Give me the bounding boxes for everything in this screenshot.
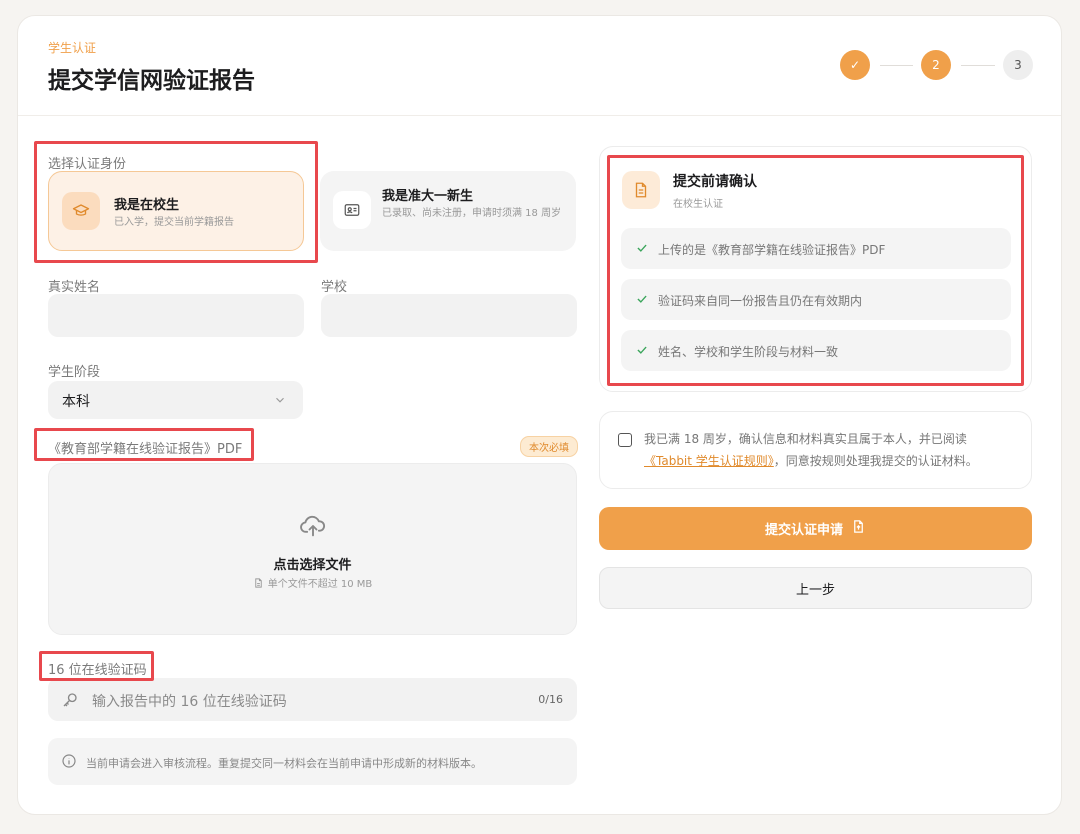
confirm-item: 姓名、学校和学生阶段与材料一致 (621, 330, 1011, 371)
confirm-item: 上传的是《教育部学籍在线验证报告》PDF (621, 228, 1011, 269)
back-label: 上一步 (795, 582, 835, 598)
file-icon (253, 577, 264, 592)
code-counter: 0/16 (538, 693, 563, 706)
check-icon (635, 291, 649, 310)
document-icon (622, 171, 660, 209)
graduation-cap-icon (62, 192, 100, 230)
submit-label: 提交认证申请 (764, 523, 843, 538)
code-label: 16 位在线验证码 (48, 663, 147, 678)
role-title: 我是准大一新生 (382, 189, 474, 204)
step-connector (880, 65, 913, 66)
dropzone-hint-text: 单个文件不超过 10 MB (267, 579, 373, 590)
confirm-checklist: 提交前请确认 在校生认证 上传的是《教育部学籍在线验证报告》PDF 验证码来自同… (599, 146, 1032, 392)
stage-label: 学生阶段 (48, 365, 101, 380)
upload-cloud-icon (299, 512, 327, 544)
agreement-post: ，同意按规则处理我提交的认证材料。 (773, 454, 978, 468)
key-icon (61, 691, 79, 713)
step-3-pending: 3 (1003, 50, 1033, 80)
info-icon (61, 753, 77, 773)
page-title: 提交学信网验证报告 (48, 68, 255, 94)
confirm-item-text: 姓名、学校和学生阶段与材料一致 (658, 345, 839, 359)
confirm-subtitle: 在校生认证 (673, 199, 723, 210)
role-title: 我是在校生 (114, 198, 180, 213)
chevron-down-icon (273, 392, 287, 411)
page-eyebrow: 学生认证 (48, 41, 97, 55)
role-desc: 已录取、尚未注册，申请时须满 18 周岁 (382, 208, 562, 219)
back-button[interactable]: 上一步 (599, 567, 1032, 609)
agreement-checkbox[interactable] (618, 433, 632, 447)
stage-select[interactable]: 本科 (48, 381, 303, 419)
id-card-icon (333, 191, 371, 229)
rules-link[interactable]: 《Tabbit 学生认证规则》 (644, 454, 774, 468)
name-input[interactable] (48, 294, 304, 337)
stage-value: 本科 (62, 394, 90, 410)
agreement-text: 我已满 18 周岁，确认信息和材料真实且属于本人，并已阅读 《Tabbit 学生认… (644, 428, 1019, 472)
agreement-pre: 我已满 18 周岁，确认信息和材料真实且属于本人，并已阅读 (644, 432, 967, 446)
role-option-freshman[interactable]: 我是准大一新生 已录取、尚未注册，申请时须满 18 周岁 (320, 171, 576, 251)
agreement-box: 我已满 18 周岁，确认信息和材料真实且属于本人，并已阅读 《Tabbit 学生认… (599, 411, 1032, 489)
confirm-title: 提交前请确认 (673, 174, 757, 190)
upload-label: 《教育部学籍在线验证报告》PDF (48, 442, 243, 457)
confirm-item: 验证码来自同一份报告且仍在有效期内 (621, 279, 1011, 320)
confirm-item-text: 验证码来自同一份报告且仍在有效期内 (658, 294, 863, 308)
role-option-current-student[interactable]: 我是在校生 已入学，提交当前学籍报告 (48, 171, 304, 251)
school-input[interactable] (321, 294, 577, 337)
step-2-active: 2 (921, 50, 951, 80)
name-label: 真实姓名 (48, 280, 101, 295)
step-1-done: ✓ (840, 50, 870, 80)
code-placeholder: 输入报告中的 16 位在线验证码 (92, 694, 287, 710)
main-card: 学生认证 提交学信网验证报告 ✓ 2 3 选择认证身份 我是在校生 已入学，提交… (17, 15, 1062, 815)
check-icon (635, 240, 649, 259)
required-badge: 本次必填 (520, 436, 578, 457)
school-label: 学校 (321, 280, 348, 295)
submit-button[interactable]: 提交认证申请 (599, 507, 1032, 550)
file-upload-icon (851, 519, 866, 538)
review-notice: 当前申请会进入审核流程。重复提交同一材料会在当前申请中形成新的材料版本。 (48, 738, 577, 785)
identity-label: 选择认证身份 (48, 157, 127, 172)
dropzone-hint: 单个文件不超过 10 MB (49, 575, 576, 592)
dropzone-title: 点击选择文件 (273, 558, 352, 573)
page-header: 学生认证 提交学信网验证报告 ✓ 2 3 (18, 16, 1061, 116)
file-dropzone[interactable]: 点击选择文件 单个文件不超过 10 MB (48, 463, 577, 635)
notice-text: 当前申请会进入审核流程。重复提交同一材料会在当前申请中形成新的材料版本。 (86, 757, 482, 770)
verification-code-field[interactable]: 输入报告中的 16 位在线验证码 0/16 (48, 678, 577, 721)
check-icon (635, 342, 649, 361)
role-desc: 已入学，提交当前学籍报告 (114, 217, 234, 228)
step-connector (961, 65, 995, 66)
confirm-item-text: 上传的是《教育部学籍在线验证报告》PDF (658, 243, 886, 257)
